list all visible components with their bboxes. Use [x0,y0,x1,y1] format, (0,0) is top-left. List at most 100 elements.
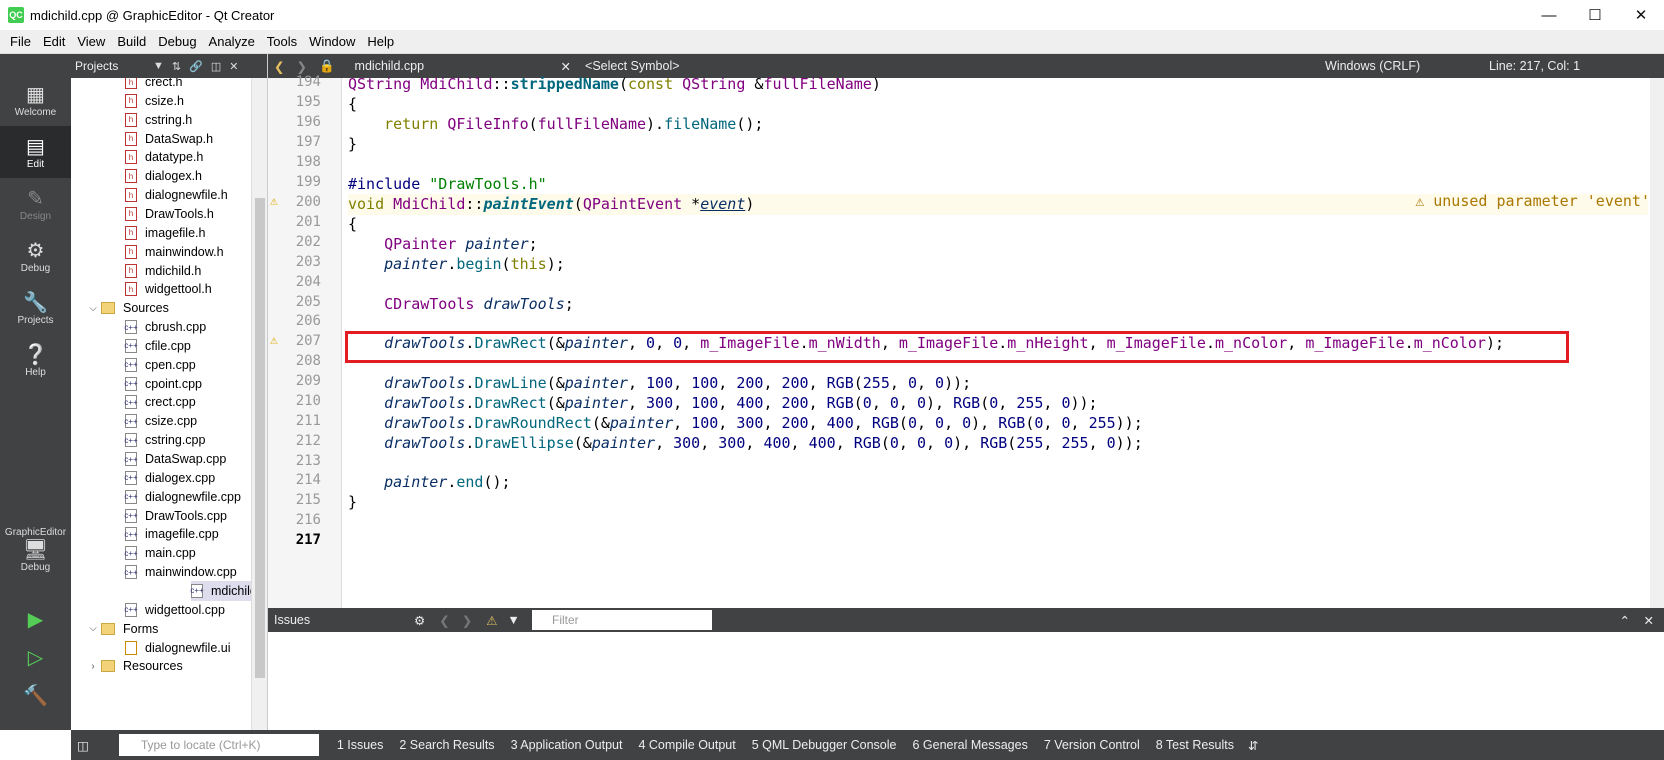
tab-test-results[interactable]: 8 Test Results [1148,738,1242,752]
source-file-icon: c++ [124,376,138,391]
tab-compile-output[interactable]: 4 Compile Output [630,738,743,752]
forward-icon[interactable]: ❯ [296,59,306,74]
tree-item-header[interactable]: h dialognewfile.h [125,185,228,205]
menu-file[interactable]: File [4,34,37,49]
mode-welcome[interactable]: ▦ Welcome [0,74,71,126]
tree-item-header[interactable]: h datatype.h [125,147,203,167]
kit-selector[interactable]: GraphicEditor 🖥 Debug [0,516,71,584]
next-icon[interactable]: ❯ [462,613,472,628]
toggle-sidebar-icon[interactable]: ◫ [77,738,89,753]
hammer-icon: 🔨 [23,685,48,707]
locator-input[interactable]: Type to locate (Ctrl+K) [118,734,319,756]
close-button[interactable]: ✕ [1618,0,1664,30]
tree-item-source[interactable]: c++ crect.cpp [124,392,196,412]
tree-item-header[interactable]: h csize.h [125,91,184,111]
split-icon[interactable]: ◫ [211,60,221,73]
mode-help[interactable]: ❔ Help [0,334,71,386]
menu-build[interactable]: Build [111,34,152,49]
tree-item-source[interactable]: c++ DataSwap.cpp [124,449,226,469]
sync-icon[interactable]: ⇅ [172,60,181,73]
build-button[interactable]: 🔨 [0,670,71,722]
menu-window[interactable]: Window [303,34,361,49]
expand-arrow-icon[interactable]: ⌵ [85,303,101,314]
minimize-button[interactable]: — [1526,0,1572,30]
mode-design[interactable]: ✎ Design [0,178,71,230]
close-pane-icon[interactable]: ✕ [229,60,238,73]
issues-list[interactable] [268,632,1664,730]
menu-edit[interactable]: Edit [37,34,71,49]
tree-item-source[interactable]: c++ imagefile.cpp [124,524,219,544]
tree-item-header[interactable]: h widgettool.h [125,279,212,299]
tree-item-form[interactable]: dialognewfile.ui [125,638,230,658]
tab-issues[interactable]: 1 Issues [329,738,392,752]
tree-item-header[interactable]: h mdichild.h [125,261,201,281]
tree-folder-forms[interactable]: ⌵ Forms [85,619,158,639]
filter-icon[interactable]: ▼ [507,613,519,627]
encoding-select[interactable]: Windows (CRLF) [1325,59,1465,73]
monitor-icon: 🖥 [22,539,49,561]
filter-icon[interactable]: ▼ [153,60,164,72]
source-file-icon: c++ [124,470,138,485]
cursor-position[interactable]: Line: 217, Col: 1 [1489,59,1580,73]
tree-item-source[interactable]: c++ dialognewfile.cpp [124,487,241,507]
build-issues-icon[interactable]: ⚙ [414,613,425,628]
symbol-select[interactable]: <Select Symbol> [585,59,1325,73]
menu-help[interactable]: Help [361,34,400,49]
menu-debug[interactable]: Debug [152,34,202,49]
tree-folder-sources[interactable]: ⌵ Sources [85,298,169,318]
editor-scrollbar[interactable] [1650,78,1664,608]
tree-item-header[interactable]: h DrawTools.h [125,204,214,224]
menu-view[interactable]: View [71,34,111,49]
tab-version-control[interactable]: 7 Version Control [1036,738,1148,752]
back-icon[interactable]: ❮ [274,59,284,74]
tree-item-header[interactable]: h imagefile.h [125,223,205,243]
tab-general-messages[interactable]: 6 General Messages [905,738,1036,752]
warning-annotation[interactable]: ⚠ unused parameter 'event' [1415,192,1650,210]
warning-marker-icon[interactable]: ⚠ [270,333,278,348]
tree-item-source[interactable]: c++ cpoint.cpp [124,374,202,394]
tree-item-label: cfile.cpp [145,338,191,353]
tree-folder-resources[interactable]: › Resources [85,656,182,676]
tree-item-label: dialognewfile.ui [145,640,231,655]
maximize-panel-icon[interactable]: ⌃ [1620,613,1630,628]
close-panel-icon[interactable]: ✕ [1644,613,1654,628]
tree-item-source[interactable]: c++ cfile.cpp [124,336,191,356]
prev-icon[interactable]: ❮ [439,613,449,628]
project-pane: Projects ▼ ⇅ 🔗 ◫ ✕ h crect.h h csize.h h cstr… [71,54,268,730]
mode-projects[interactable]: 🔧 Projects [0,282,71,334]
mode-edit[interactable]: ▤ Edit [0,126,71,178]
warning-filter-icon[interactable]: ⚠ [486,613,497,628]
tree-item-source[interactable]: c++ cstring.cpp [124,430,205,450]
tree-item-source[interactable]: c++ csize.cpp [124,411,197,431]
tree-item-header[interactable]: h mainwindow.h [125,242,224,262]
tree-item-header[interactable]: h cstring.h [125,110,192,130]
project-view-select[interactable]: Projects [75,59,145,73]
maximize-button[interactable]: ☐ [1572,0,1618,30]
tree-item-source[interactable]: c++ main.cpp [124,543,196,563]
tree-item-source[interactable]: c++ cbrush.cpp [124,317,206,337]
open-file-select[interactable]: mdichild.cpp [355,59,555,73]
more-tabs-icon[interactable]: ⇵ [1248,738,1258,753]
mode-debug[interactable]: ⚙ Debug [0,230,71,282]
tree-item-source[interactable]: c++ cpen.cpp [124,355,196,375]
expand-arrow-icon[interactable]: › [85,661,101,672]
warning-marker-icon[interactable]: ⚠ [270,194,278,209]
menu-analyze[interactable]: Analyze [203,34,261,49]
tree-item-source[interactable]: c++ widgettool.cpp [124,600,225,620]
tree-item-header[interactable]: h dialogex.h [125,166,202,186]
tree-scrollbar[interactable] [251,78,267,730]
tab-search-results[interactable]: 2 Search Results [391,738,502,752]
issues-filter-input[interactable]: Filter [532,610,712,630]
tree-item-source[interactable]: c++ DrawTools.cpp [124,506,227,526]
tree-item-header[interactable]: h DataSwap.h [125,129,213,149]
tree-scroll-thumb[interactable] [255,198,265,678]
close-file-icon[interactable]: ✕ [561,59,571,74]
tree-item-source[interactable]: c++ mainwindow.cpp [124,562,237,582]
link-icon[interactable]: 🔗 [189,60,203,73]
tab-application-output[interactable]: 3 Application Output [503,738,631,752]
expand-arrow-icon[interactable]: ⌵ [85,623,101,634]
tree-item-source[interactable]: c++ dialogex.cpp [124,468,215,488]
menu-tools[interactable]: Tools [261,34,303,49]
tree-item-source[interactable]: c++ mdichild.cpp [190,580,251,601]
tab-qml-debugger-console[interactable]: 5 QML Debugger Console [744,738,905,752]
